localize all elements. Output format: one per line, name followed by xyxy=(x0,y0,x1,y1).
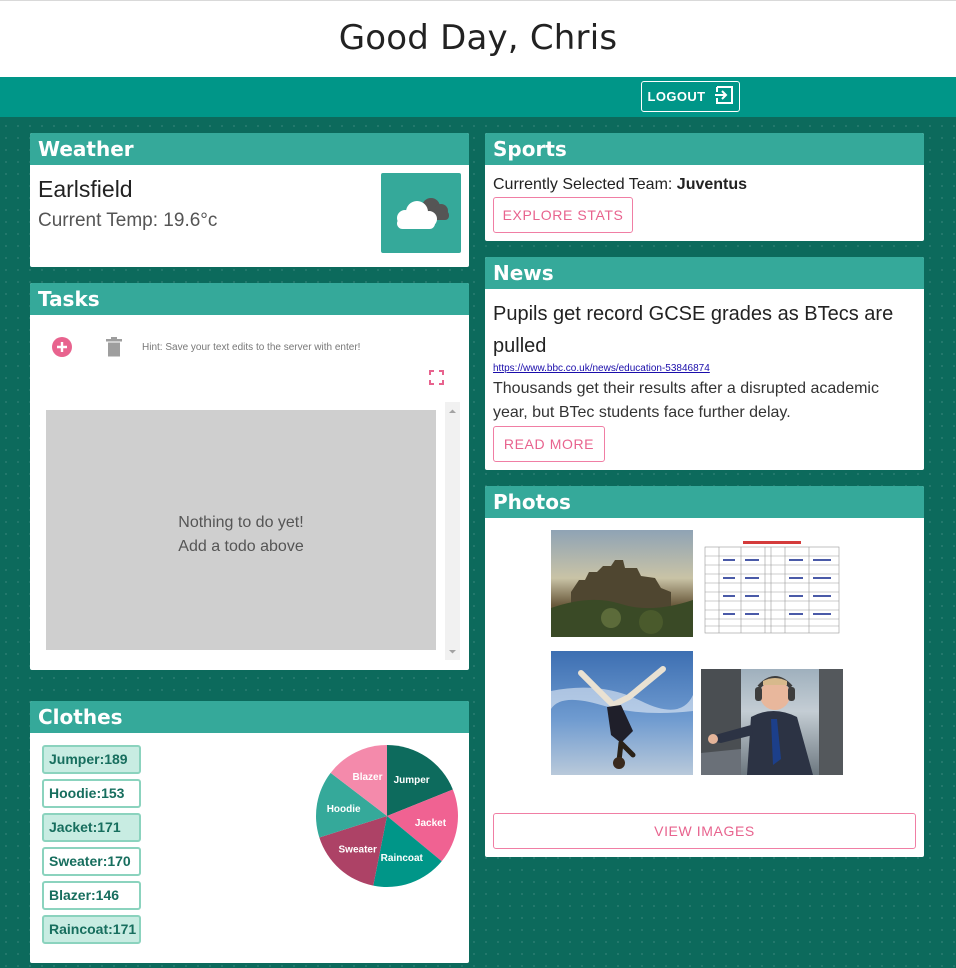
pie-label-jumper: Jumper xyxy=(394,775,430,786)
photos-card-title: Photos xyxy=(485,486,924,518)
news-headline-line1: Pupils get record GCSE grades as BTecs a… xyxy=(493,303,894,325)
todo-list-area: Nothing to do yet! Add a todo above xyxy=(46,410,436,650)
greeting-title: Good Day, Chris xyxy=(338,18,618,58)
news-card: News Pupils get record GCSE grades as BT… xyxy=(485,257,924,470)
empty-message-line1: Nothing to do yet! xyxy=(178,514,304,531)
tasks-hint: Hint: Save your text edits to the server… xyxy=(142,342,361,353)
photo-helicopter[interactable] xyxy=(701,669,843,775)
clothing-chip-hoodie: Hoodie:153 xyxy=(42,779,141,808)
delete-task-button[interactable] xyxy=(106,337,122,357)
pie-label-hoodie: Hoodie xyxy=(327,804,361,815)
news-headline: Pupils get record GCSE grades as BTecs a… xyxy=(493,298,893,362)
news-summary: Thousands get their results after a disr… xyxy=(493,377,879,425)
fullscreen-button[interactable] xyxy=(429,370,444,385)
selected-team-text: Currently Selected Team: Juventus xyxy=(493,176,747,194)
weather-card: Weather Earlsfield Current Temp: 19.6°c xyxy=(30,133,469,267)
tasks-card: Tasks Hint: Save your text edits to the … xyxy=(30,283,469,670)
todo-scrollbar[interactable] xyxy=(445,402,460,660)
cloud-icon xyxy=(381,198,461,257)
clothing-chip-blazer: Blazer:146 xyxy=(42,881,141,910)
pie-label-sweater: Sweater xyxy=(339,844,377,855)
fullscreen-icon xyxy=(429,370,444,389)
weather-location: Earlsfield xyxy=(38,176,133,202)
explore-stats-button[interactable]: EXPLORE STATS xyxy=(493,197,633,233)
top-navbar xyxy=(0,77,956,117)
add-circle-icon xyxy=(52,337,72,361)
clothes-card-title: Clothes xyxy=(30,701,469,733)
weather-temperature: Current Temp: 19.6°c xyxy=(38,210,218,231)
logout-icon xyxy=(714,86,734,107)
clothing-chip-jumper: Jumper:189 xyxy=(42,745,141,774)
photo-skater[interactable] xyxy=(551,651,693,775)
weather-card-title: Weather xyxy=(30,133,469,165)
view-images-button[interactable]: VIEW IMAGES xyxy=(493,813,916,849)
news-summary-line2: year, but BTec students face further del… xyxy=(493,404,791,421)
tasks-card-title: Tasks xyxy=(30,283,469,315)
selected-team-prefix: Currently Selected Team: xyxy=(493,176,677,193)
pie-label-blazer: Blazer xyxy=(353,772,383,783)
photo-castle[interactable] xyxy=(551,530,693,637)
selected-team-name: Juventus xyxy=(676,176,748,193)
news-summary-line1: Thousands get their results after a disr… xyxy=(493,380,879,397)
trash-icon xyxy=(106,337,122,361)
clothes-pie-chart: Jumper Jacket Raincoat Sweater Hoodie Blazer xyxy=(316,745,458,887)
empty-message: Nothing to do yet! Add a todo above xyxy=(46,511,436,559)
logout-label: LOGOUT xyxy=(647,89,706,104)
logout-button[interactable]: LOGOUT xyxy=(641,81,740,112)
clothing-chip-sweater: Sweater:170 xyxy=(42,847,141,876)
news-link[interactable]: https://www.bbc.co.uk/news/education-538… xyxy=(493,363,710,374)
scroll-down-arrow-icon xyxy=(449,650,456,654)
news-headline-line2: pulled xyxy=(493,335,547,357)
news-card-title: News xyxy=(485,257,924,289)
clothing-chip-jacket: Jacket:171 xyxy=(42,813,141,842)
scroll-up-arrow-icon xyxy=(449,409,456,413)
add-task-button[interactable] xyxy=(52,337,72,357)
photos-card: Photos VIEW IMAGES xyxy=(485,486,924,857)
pie-label-jacket: Jacket xyxy=(415,818,447,829)
photo-math-table[interactable] xyxy=(703,539,841,635)
read-more-button[interactable]: READ MORE xyxy=(493,426,605,462)
sports-card: Sports Currently Selected Team: Juventus… xyxy=(485,133,924,241)
clothes-card: Clothes Jumper:189 Hoodie:153 Jacket:171… xyxy=(30,701,469,963)
pie-label-raincoat: Raincoat xyxy=(381,853,424,864)
weather-icon-tile xyxy=(381,173,461,253)
empty-message-line2: Add a todo above xyxy=(178,538,304,555)
sports-card-title: Sports xyxy=(485,133,924,165)
page-header: Good Day, Chris xyxy=(0,1,956,77)
clothing-chip-raincoat: Raincoat:171 xyxy=(42,915,141,944)
